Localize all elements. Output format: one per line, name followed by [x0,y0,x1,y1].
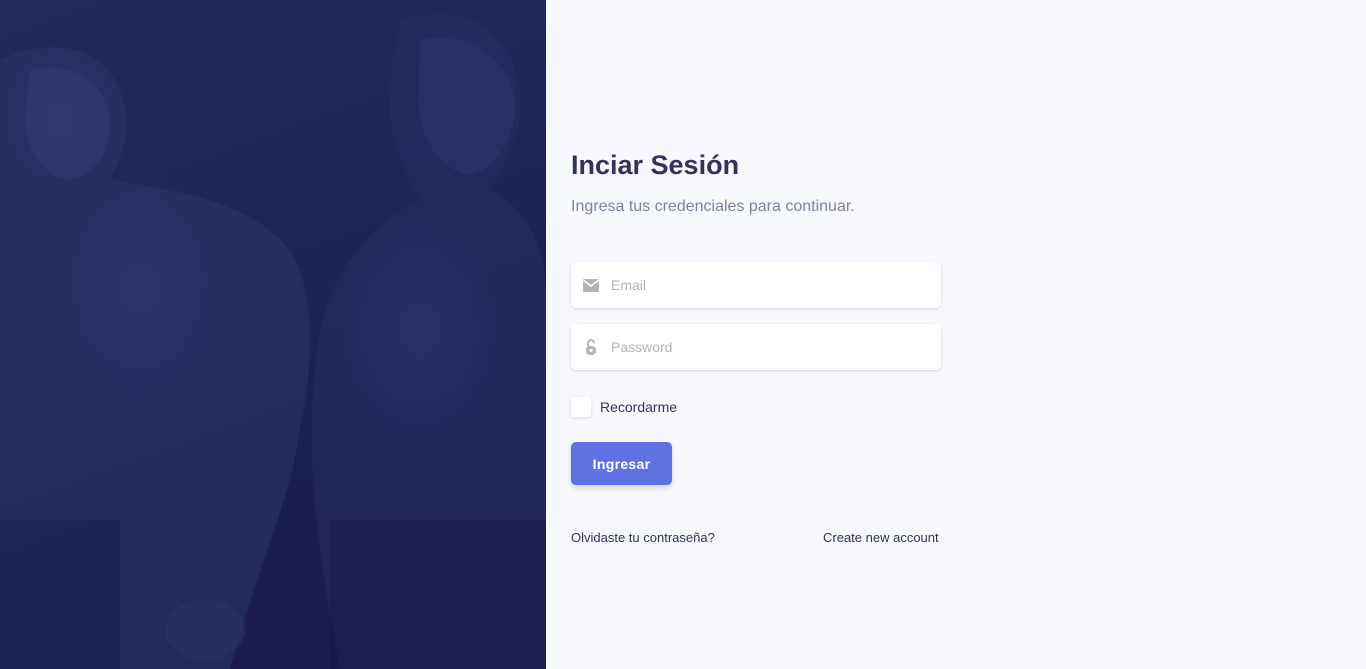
remember-me: Recordarme [571,397,677,417]
password-field [571,324,941,370]
email-field [571,262,941,308]
create-account-link[interactable]: Create new account [823,530,939,545]
email-input[interactable] [611,262,941,308]
password-input[interactable] [611,324,941,370]
forgot-password-link[interactable]: Olvidaste tu contraseña? [571,530,715,545]
envelope-icon [571,278,611,292]
page-subtitle: Ingresa tus credenciales para continuar. [571,198,855,215]
remember-checkbox[interactable] [571,397,591,417]
hero-image [0,0,546,669]
page-title: Inciar Sesión [571,150,740,180]
lock-open-icon [571,338,611,356]
hero-silhouettes [0,12,546,669]
remember-label[interactable]: Recordarme [600,399,677,415]
login-button[interactable]: Ingresar [571,442,672,485]
